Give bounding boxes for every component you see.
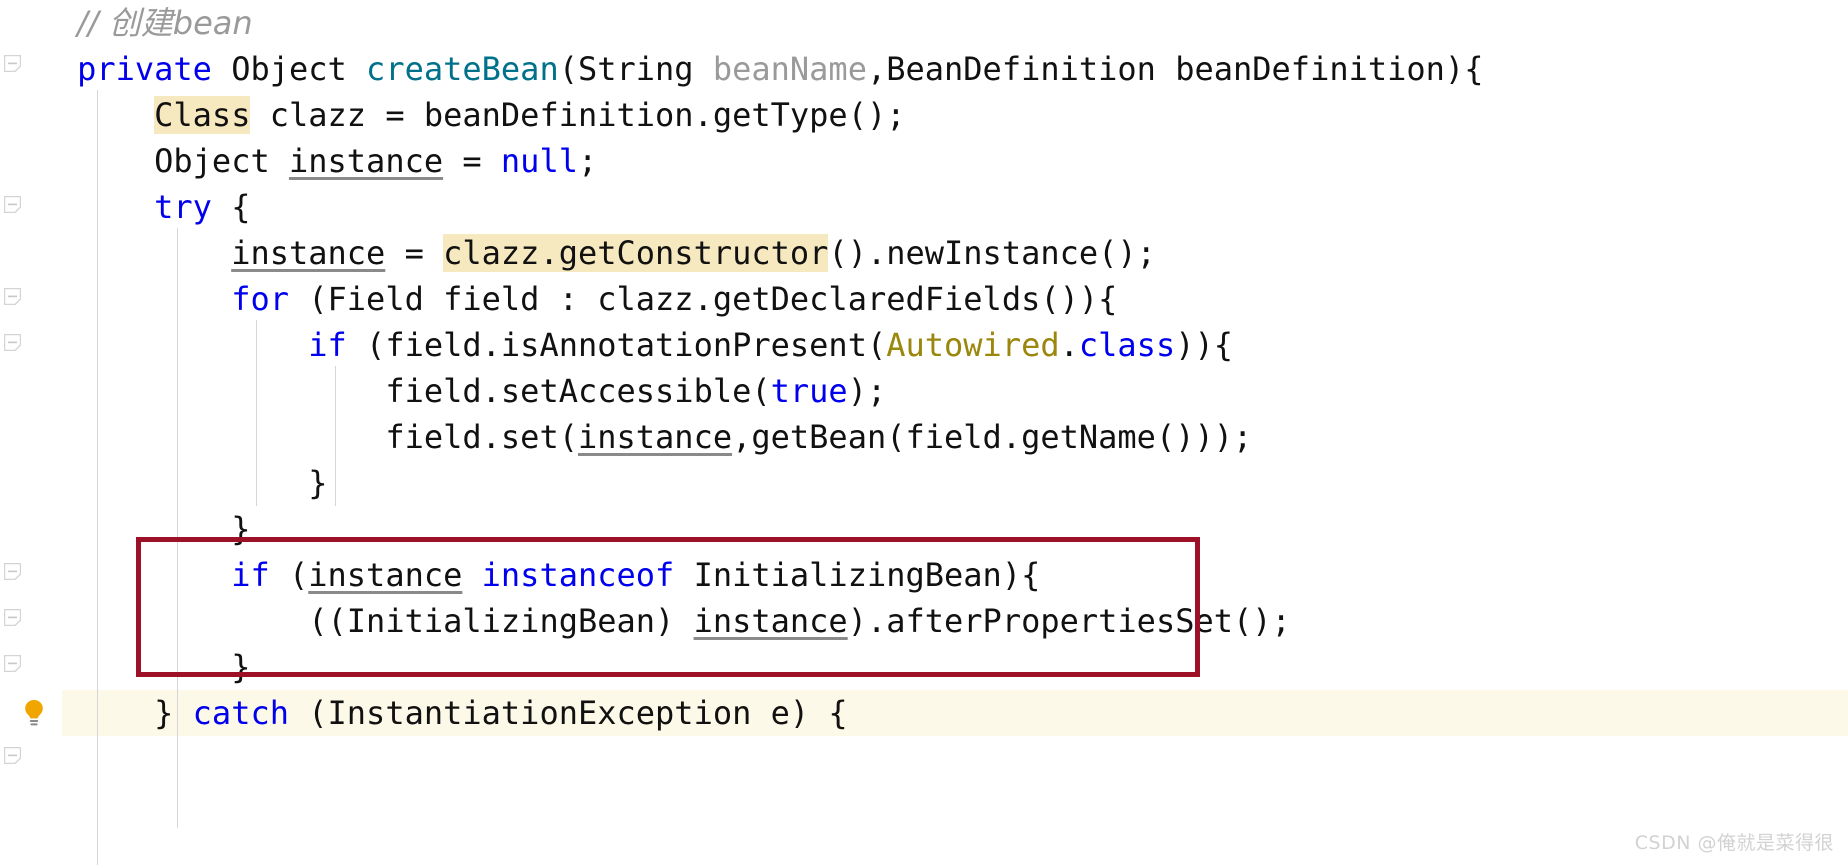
code-token: Object xyxy=(0,142,289,180)
code-token: // 创建bean xyxy=(77,4,253,42)
code-token: for xyxy=(231,280,289,318)
code-line-try[interactable]: try { xyxy=(0,184,1848,230)
code-line-after-properties-set[interactable]: ((InitializingBean) instance).afterPrope… xyxy=(0,598,1848,644)
code-line-class-clazz[interactable]: Class clazz = beanDefinition.getType(); xyxy=(0,92,1848,138)
code-line-close-if-initializing[interactable]: } xyxy=(0,644,1848,690)
code-token: instance xyxy=(693,602,848,640)
code-token: instance xyxy=(231,234,386,272)
code-token: ,BeanDefinition beanDefinition){ xyxy=(866,50,1484,88)
code-token: } xyxy=(0,510,251,548)
code-line-object-instance[interactable]: Object instance = null; xyxy=(0,138,1848,184)
code-token: field.setAccessible( xyxy=(0,372,771,410)
code-token: ,getBean(field.getName())); xyxy=(732,418,1253,456)
code-line-method-signature[interactable]: private Object createBean(String beanNam… xyxy=(0,46,1848,92)
code-token: { xyxy=(211,188,251,226)
code-line-close-for[interactable]: } xyxy=(0,506,1848,552)
code-token: createBean xyxy=(366,50,559,88)
code-token: (InstantiationException e) { xyxy=(288,694,848,732)
code-token: null xyxy=(500,142,578,180)
code-line-if-autowired[interactable]: if (field.isAnnotationPresent(Autowired.… xyxy=(0,322,1848,368)
code-token: catch xyxy=(192,694,289,732)
code-token: )){ xyxy=(1175,326,1233,364)
code-token: ().newInstance(); xyxy=(828,234,1156,272)
code-token: if xyxy=(231,556,270,594)
code-line-comment[interactable]: // 创建bean xyxy=(0,0,1848,46)
code-token: } xyxy=(0,464,328,502)
code-token: } xyxy=(0,648,251,686)
code-token: clazz = beanDefinition.getType(); xyxy=(250,96,906,134)
code-line-set-accessible[interactable]: field.setAccessible(true); xyxy=(0,368,1848,414)
code-token: (String xyxy=(558,50,713,88)
code-token: class xyxy=(1078,326,1176,364)
code-token: InitializingBean){ xyxy=(674,556,1041,594)
code-token: beanName xyxy=(712,50,867,88)
code-token: = xyxy=(443,142,501,180)
code-token: (Field field : clazz.getDeclaredFields()… xyxy=(288,280,1118,318)
code-token: Autowired xyxy=(886,326,1060,364)
code-token: try xyxy=(154,188,212,226)
code-token: instanceof xyxy=(481,556,675,594)
code-line-if-initializingbean[interactable]: if (instance instanceof InitializingBean… xyxy=(0,552,1848,598)
code-token: Object xyxy=(211,50,367,88)
code-token: ((InitializingBean) xyxy=(0,602,694,640)
code-content[interactable]: // 创建bean private Object createBean(Stri… xyxy=(0,0,1848,865)
code-line-close-if[interactable]: } xyxy=(0,460,1848,506)
code-line-new-instance[interactable]: instance = clazz.getConstructor().newIns… xyxy=(0,230,1848,276)
code-token: ).afterPropertiesSet(); xyxy=(847,602,1291,640)
code-token: if xyxy=(308,326,347,364)
code-token: ( xyxy=(269,556,309,594)
code-line-for-fields[interactable]: for (Field field : clazz.getDeclaredFiel… xyxy=(0,276,1848,322)
code-token: . xyxy=(1059,326,1079,364)
code-token: ; xyxy=(577,142,598,180)
code-token: instance xyxy=(308,556,463,594)
code-token: (field.isAnnotationPresent( xyxy=(346,326,887,364)
code-token: instance xyxy=(288,142,444,180)
watermark: CSDN @俺就是菜得很 xyxy=(1634,832,1834,854)
code-line-catch[interactable]: } catch (InstantiationException e) { xyxy=(0,690,1848,736)
code-token: field.set( xyxy=(0,418,578,456)
code-token: true xyxy=(770,372,848,410)
code-token: Class xyxy=(154,96,251,134)
code-line-field-set[interactable]: field.set(instance,getBean(field.getName… xyxy=(0,414,1848,460)
code-token: ); xyxy=(847,372,887,410)
code-token: } xyxy=(0,694,193,732)
code-token: clazz.getConstructor xyxy=(443,234,829,272)
code-token: private xyxy=(77,50,212,88)
code-token: = xyxy=(385,234,444,272)
code-token: instance xyxy=(577,418,733,456)
code-editor[interactable]: // 创建bean private Object createBean(Stri… xyxy=(0,0,1848,865)
